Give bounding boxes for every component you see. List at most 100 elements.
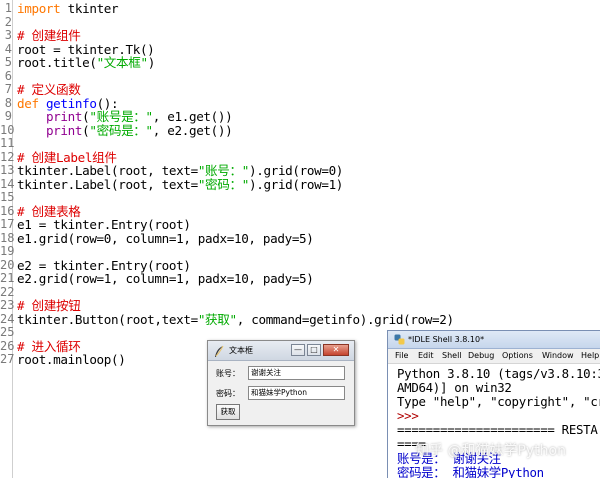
line-number: 5 [4, 55, 12, 69]
code-line: 7 # 定义函数 [0, 82, 600, 97]
code-line: 17 e1 = tkinter.Entry(root) [0, 217, 600, 232]
code-text: import tkinter [17, 1, 119, 16]
code-line: 10 print("密码是：", e2.get()) [0, 122, 600, 138]
line-number: 6 [4, 68, 12, 83]
shell-window-title: *IDLE Shell 3.8.10* [408, 335, 485, 344]
line-number: 19 [0, 244, 15, 258]
code-token: e1.grid(row=0, column=1, padx=10, pady=5… [17, 230, 314, 246]
code-text: # 进入循环 [17, 339, 81, 354]
line-number: 9 [4, 109, 12, 123]
line-number: 13 [0, 163, 15, 177]
code-token: root.mainloop() [17, 352, 126, 367]
line-number: 12 [0, 149, 15, 164]
shell-output[interactable]: Python 3.8.10 (tags/v3.8.10:3 AMD64)] on … [388, 364, 600, 478]
line-number: 16 [0, 203, 15, 218]
code-text: tkinter.Button(root,text="获取", command=g… [17, 311, 454, 327]
menu-debug[interactable]: Debug [468, 351, 494, 360]
code-line: 15 [0, 190, 600, 205]
code-line: 9 print("账号是：", e1.get()) [0, 109, 600, 124]
line-number: 3 [4, 28, 12, 42]
code-line: 2 [0, 14, 600, 30]
code-text: # 定义函数 [17, 83, 81, 97]
shell-output-line: 密码是： 和猫妹学Python [397, 465, 544, 478]
menu-help[interactable]: Help [581, 351, 599, 360]
code-token: , e2.get()) [152, 122, 233, 138]
code-text: e1.grid(row=0, column=1, padx=10, pady=5… [17, 230, 314, 246]
code-token: tkinter.Button(root,text= [17, 311, 198, 327]
tk-window-title: 文本框 [229, 346, 253, 355]
line-number: 24 [0, 311, 15, 326]
shell-menubar: File Edit Shell Debug Options Window Help [388, 349, 600, 364]
code-text: root = tkinter.Tk() [17, 42, 155, 57]
code-line: 20 e2 = tkinter.Entry(root) [0, 258, 600, 273]
line-number: 4 [4, 41, 12, 56]
code-line: 5 root.title("文本框") [0, 55, 600, 70]
account-label: 账号： [216, 369, 240, 378]
code-line: 3 # 创建组件 [0, 28, 600, 43]
menu-options[interactable]: Options [502, 351, 533, 360]
get-button[interactable]: 获取 [216, 404, 240, 420]
line-number: 11 [0, 136, 15, 150]
shell-title-bar[interactable]: *IDLE Shell 3.8.10* [388, 331, 600, 349]
code-token: e2.grid(row=1, column=1, padx=10, pady=5… [17, 271, 314, 286]
code-token: import [17, 1, 61, 16]
minimize-button[interactable]: — [291, 344, 305, 356]
line-number: 17 [0, 217, 15, 231]
code-line: 4 root = tkinter.Tk() [0, 41, 600, 57]
code-line: 1 import tkinter [0, 1, 600, 16]
code-text: tkinter.Label(root, text="账号：").grid(row… [17, 164, 343, 178]
menu-edit[interactable]: Edit [418, 351, 434, 360]
code-text: e2.grid(row=1, column=1, padx=10, pady=5… [17, 272, 314, 286]
menu-shell[interactable]: Shell [442, 351, 462, 360]
close-button[interactable]: ✕ [323, 344, 349, 356]
line-number: 26 [0, 338, 15, 353]
account-entry[interactable]: 谢谢关注 [248, 366, 345, 380]
code-token: ) [147, 55, 156, 70]
menu-window[interactable]: Window [542, 351, 574, 360]
tk-app-window[interactable]: 文本框 — □ ✕ 账号： 谢谢关注 密码： 和猫妹学Python 获取 [207, 340, 355, 426]
code-line: 12 # 创建Label组件 [0, 149, 600, 165]
password-entry[interactable]: 和猫妹学Python [248, 386, 345, 400]
line-number: 22 [0, 284, 15, 299]
code-line: 22 [0, 284, 600, 300]
line-number: 27 [0, 352, 15, 366]
code-line: 11 [0, 136, 600, 151]
menu-file[interactable]: File [395, 351, 408, 360]
code-line: 19 [0, 244, 600, 259]
shell-output-line: ====================== RESTA [397, 422, 598, 437]
line-number: 15 [0, 190, 15, 204]
code-token: tkinter [60, 1, 119, 16]
shell-output-line: >>> [397, 408, 419, 423]
line-number: 8 [4, 95, 12, 110]
code-token: print [45, 122, 83, 138]
code-token: , command=getinfo).grid(row=2) [236, 311, 454, 327]
tk-feather-icon [215, 345, 224, 357]
watermark: 知乎 @和猫妹学Python [415, 443, 566, 459]
line-number: 7 [4, 82, 12, 96]
code-line: 16 # 创建表格 [0, 203, 600, 219]
code-line: 8 def getinfo(): [0, 95, 600, 111]
code-text: # 创建按钮 [17, 299, 81, 313]
shell-output-line: Python 3.8.10 (tags/v3.8.10:3 [397, 366, 600, 381]
line-number: 1 [4, 1, 12, 15]
code-line: 13 tkinter.Label(root, text="账号：").grid(r… [0, 163, 600, 178]
line-number: 23 [0, 298, 15, 312]
shell-output-line: Type "help", "copyright", "cr [397, 394, 600, 409]
password-label: 密码： [216, 389, 240, 398]
code-line: 6 [0, 68, 600, 84]
code-line: 24 tkinter.Button(root,text="获取", command… [0, 311, 600, 327]
code-token: "密码：" [197, 176, 250, 192]
code-token: "密码是：" [89, 122, 153, 138]
line-number: 14 [0, 176, 15, 191]
line-number: 2 [4, 14, 12, 29]
code-line: 14 tkinter.Label(root, text="密码：").grid(r… [0, 176, 600, 192]
code-line: 21 e2.grid(row=1, column=1, padx=10, pady… [0, 271, 600, 286]
shell-output-line: AMD64)] on win32 [397, 380, 512, 395]
line-number: 21 [0, 271, 15, 285]
maximize-button[interactable]: □ [307, 344, 321, 356]
tk-title-bar[interactable]: 文本框 — □ ✕ [208, 341, 354, 361]
code-token: "获取" [197, 311, 237, 327]
code-text: e2 = tkinter.Entry(root) [17, 258, 191, 273]
line-number: 18 [0, 230, 15, 245]
